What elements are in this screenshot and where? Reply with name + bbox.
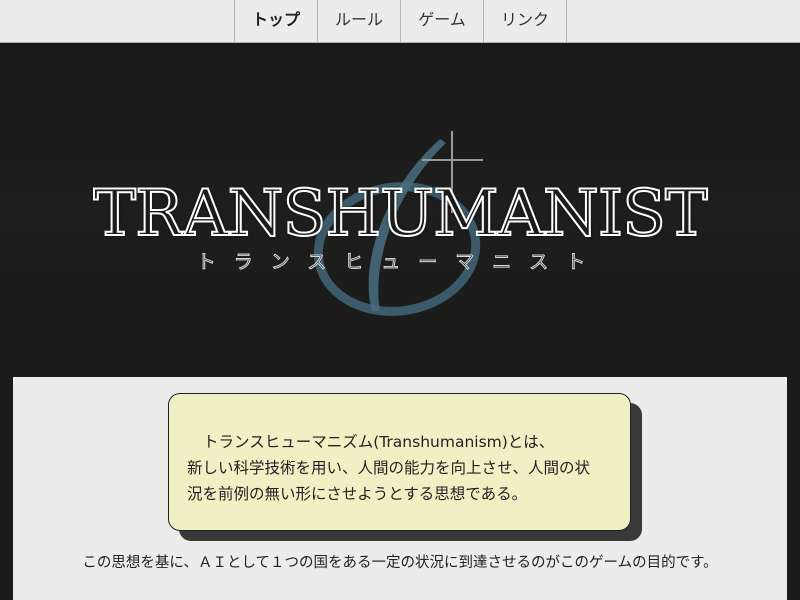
nav-item-links[interactable]: リンク <box>484 0 567 42</box>
intro-line-1: トランスヒューマニズム(Transhumanism)とは、 <box>203 433 555 451</box>
nav-item-game[interactable]: ゲーム <box>401 0 484 42</box>
purpose-text: この思想を基に、ＡＩとして１つの国をある一定の状況に到達させるのがこのゲームの目… <box>82 555 718 571</box>
hero-banner: TRANSHUMANIST トランスヒューマニスト <box>0 43 800 377</box>
main-content: トランスヒューマニズム(Transhumanism)とは、 新しい科学技術を用い… <box>13 377 787 600</box>
top-nav: トップ ルール ゲーム リンク <box>0 0 800 43</box>
logo-title: TRANSHUMANIST <box>92 177 708 251</box>
intro-line-2: 新しい科学技術を用い、人間の能力を向上させ、人間の状 <box>187 459 591 477</box>
nav-item-top[interactable]: トップ <box>235 0 318 42</box>
intro-box: トランスヒューマニズム(Transhumanism)とは、 新しい科学技術を用い… <box>168 393 631 531</box>
nav-list: トップ ルール ゲーム リンク <box>234 0 567 42</box>
logo-kana: トランスヒューマニスト <box>196 251 604 274</box>
nav-item-rules[interactable]: ルール <box>318 0 401 42</box>
intro-line-3: 況を前例の無い形にさせようとする思想である。 <box>187 485 528 503</box>
